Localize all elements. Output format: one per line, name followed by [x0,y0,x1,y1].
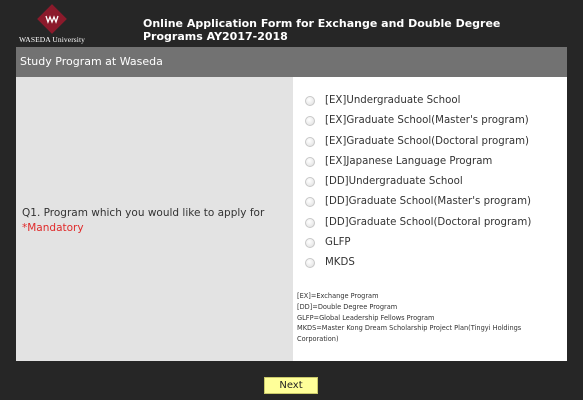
legend-item: GLFP=Global Leadership Fellows Program [297,313,435,322]
option-label[interactable]: [EX]Graduate School(Doctoral program) [325,135,529,148]
legend-item: [DD]=Double Degree Program [297,302,398,311]
option-label[interactable]: [EX]Undergraduate School [325,94,460,107]
radio-button[interactable] [305,197,315,208]
mandatory-label: *Mandatory [22,222,84,234]
section-title: Study Program at Waseda [16,47,567,77]
radio-button[interactable] [305,156,315,167]
question-cell: Q1. Program which you would like to appl… [16,77,293,361]
option-label[interactable]: [EX]Graduate School(Master's program) [325,114,529,127]
waseda-emblem-icon [37,4,67,34]
radio-button[interactable] [305,177,315,188]
next-button[interactable]: Next [264,377,318,394]
legend-item: [EX]=Exchange Program [297,292,379,300]
question-label: Q1. Program which you would like to appl… [22,207,265,219]
question-text: Q1. Program which you would like to appl… [22,206,287,236]
radio-button[interactable] [305,238,315,249]
abbreviation-legend: [EX]=Exchange Program [DD]=Double Degree… [297,291,559,345]
page-title: Online Application Form for Exchange and… [143,17,501,43]
option-label[interactable]: [DD]Undergraduate School [325,175,463,188]
option-label[interactable]: [DD]Graduate School(Master's program) [325,195,531,208]
option-label[interactable]: [EX]Japanese Language Program [325,155,492,168]
option-label[interactable]: [DD]Graduate School(Doctoral program) [325,216,531,229]
radio-button[interactable] [305,258,315,269]
radio-button[interactable] [305,136,315,147]
legend-item: MKDS=Master Kong Dream Scholarship Proje… [297,324,522,344]
logo-text: WASEDA University [18,35,86,44]
radio-button[interactable] [305,217,315,228]
option-label[interactable]: GLFP [325,236,351,249]
option-label[interactable]: MKDS [325,256,355,269]
answer-cell: [EX]Undergraduate School [EX]Graduate Sc… [293,77,567,361]
page-header: WASEDA University Online Application For… [0,0,583,46]
waseda-logo: WASEDA University [18,4,86,44]
radio-button[interactable] [305,96,315,106]
radio-button[interactable] [305,116,315,127]
